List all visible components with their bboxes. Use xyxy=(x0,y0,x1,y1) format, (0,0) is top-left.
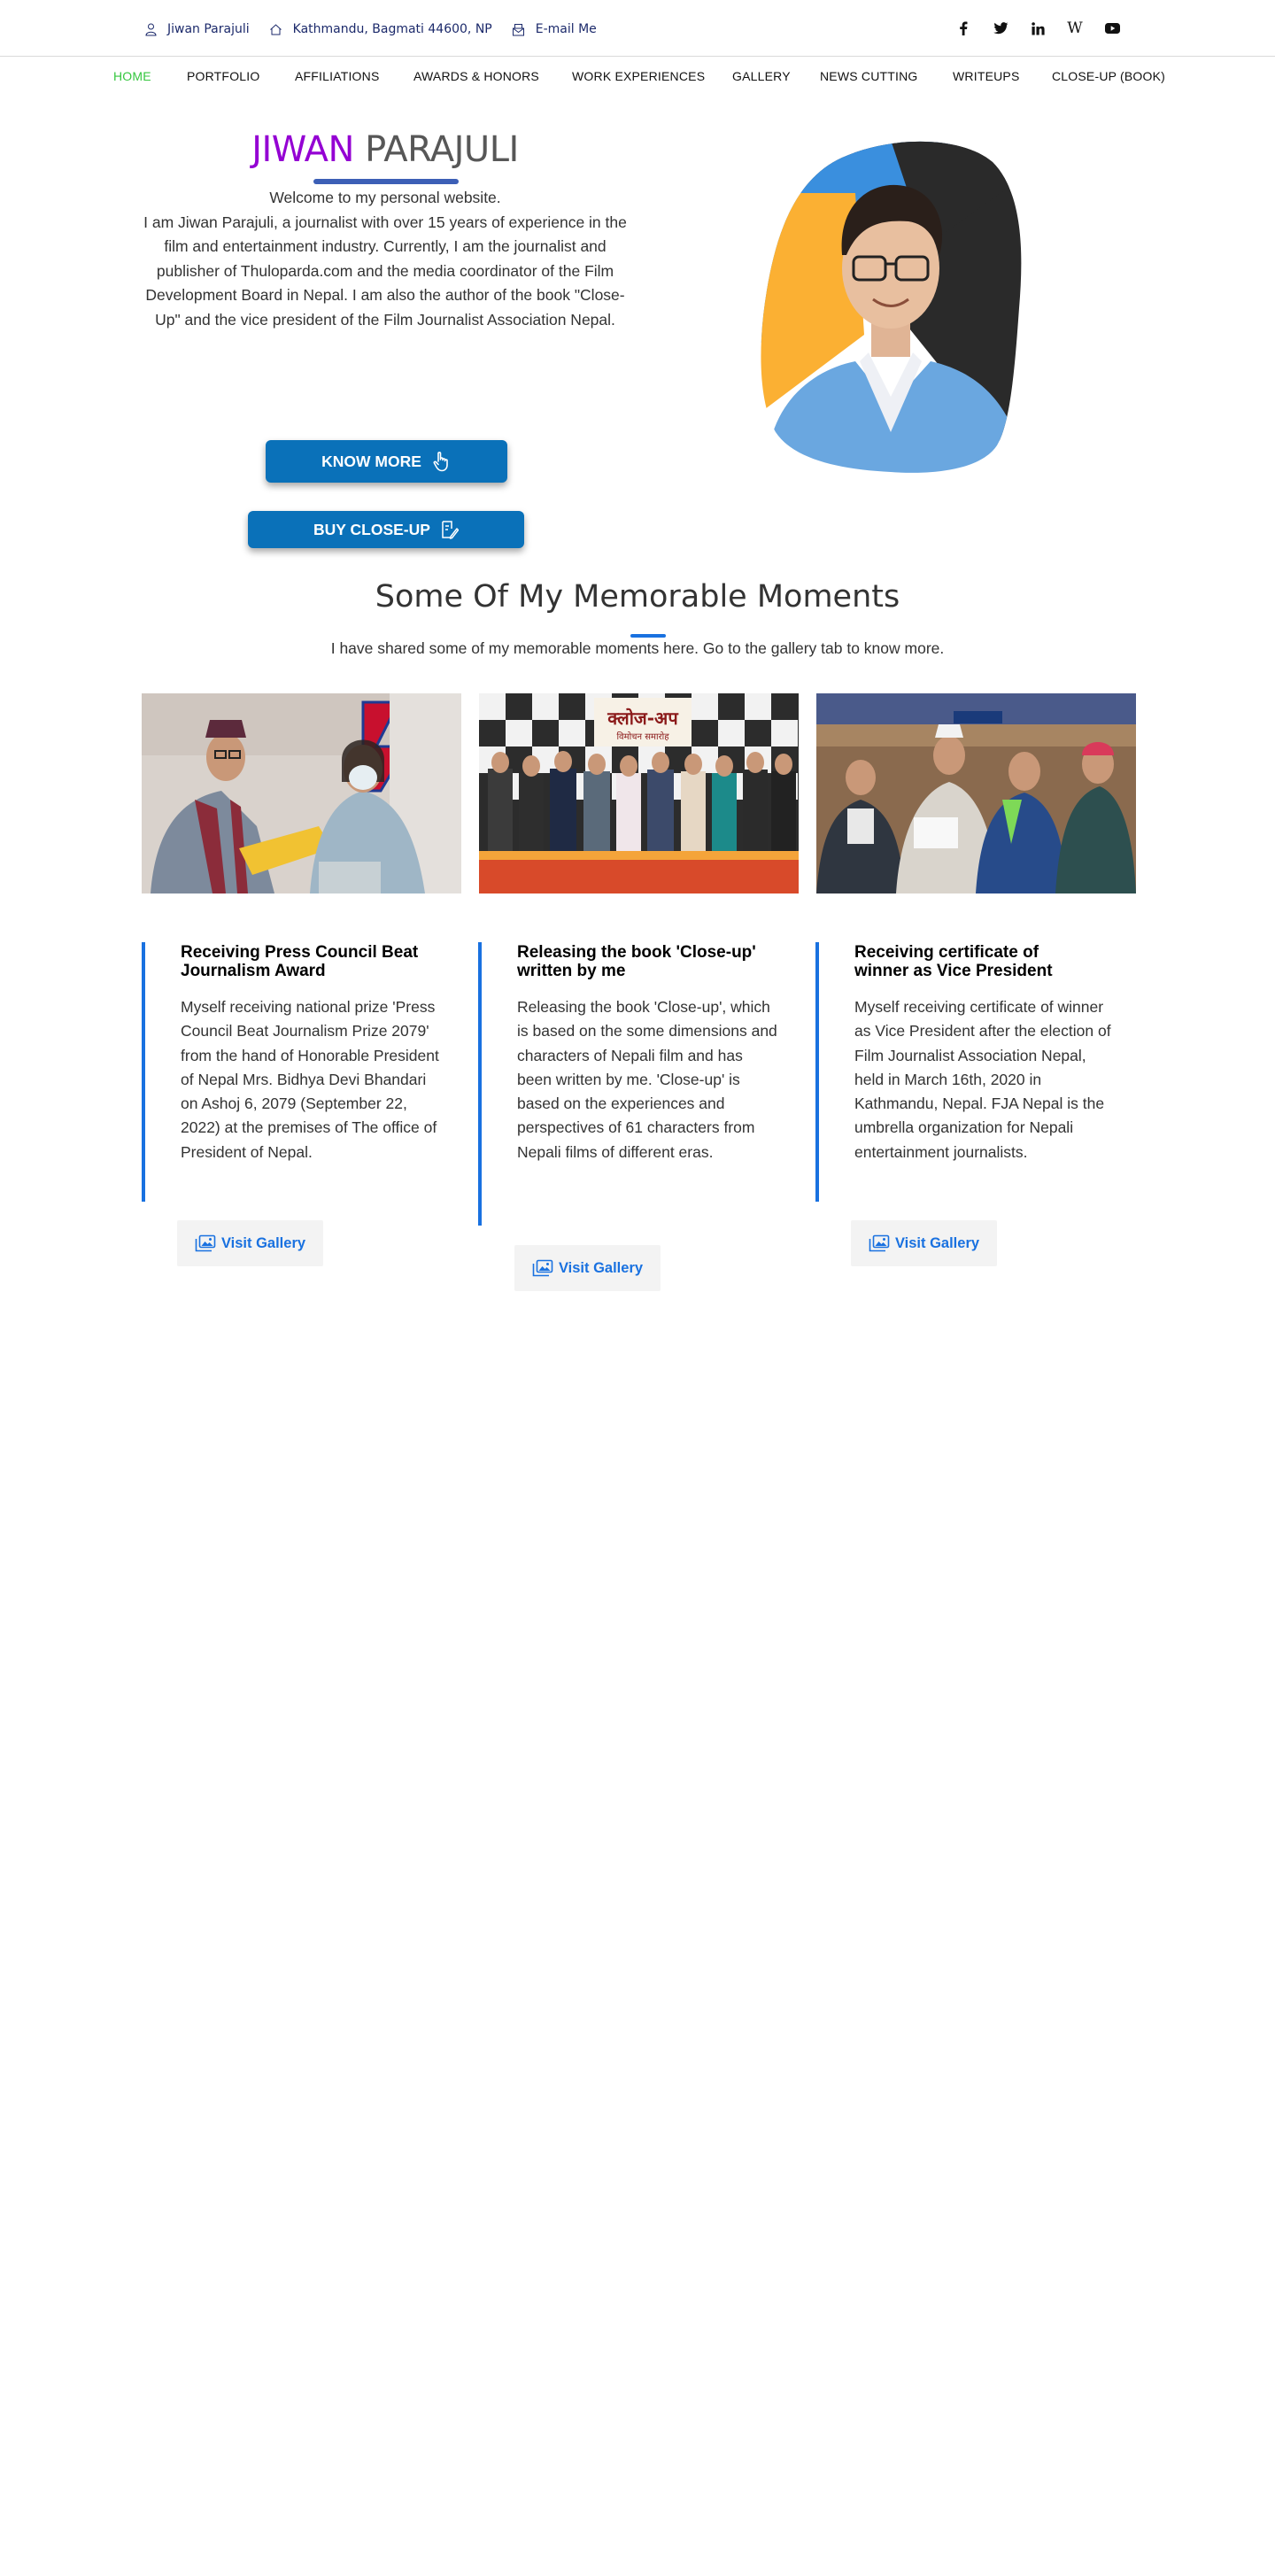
photo-banner-subtitle: विमोचन समारोह xyxy=(616,731,669,742)
nav-close-up-book[interactable]: Close-Up (Book) xyxy=(1052,69,1165,83)
know-more-button[interactable]: KNOW MORE xyxy=(266,440,507,483)
card-accent-bar xyxy=(815,942,819,1202)
hero-name: JIWAN PARAJULI xyxy=(124,129,646,170)
hero-underline xyxy=(313,179,459,184)
twitter-icon[interactable] xyxy=(992,19,1009,37)
photo-vice-president-certificate[interactable] xyxy=(816,693,1136,893)
card-title-award: Receiving Press Council Beat Journalism … xyxy=(181,943,419,980)
visit-gallery-button[interactable]: Visit Gallery xyxy=(851,1220,997,1266)
visit-gallery-button[interactable]: Visit Gallery xyxy=(177,1220,323,1266)
card-title-vice-president: Receiving certificate of winner as Vice … xyxy=(854,943,1053,980)
card-title-book-release: Releasing the book 'Close-up' written by… xyxy=(517,943,756,980)
nav-writeups[interactable]: Writeups xyxy=(953,69,1020,83)
hand-pointer-icon xyxy=(433,452,448,472)
nav-news-cutting[interactable]: News Cutting xyxy=(820,69,918,83)
contact-address: Kathmandu, Bagmati 44600, NP xyxy=(269,22,492,36)
contact-email[interactable]: E-mail Me xyxy=(512,22,597,36)
gallery-icon xyxy=(532,1259,553,1277)
visit-gallery-label: Visit Gallery xyxy=(220,1234,306,1251)
gallery-icon xyxy=(195,1234,216,1252)
person-icon xyxy=(145,23,157,35)
photo-book-release[interactable]: क्लोज-अप विमोचन समारोह xyxy=(479,693,799,893)
main-nav: Home Portfolio Affiliations Awards & Hon… xyxy=(0,69,1275,89)
card-text-award: Myself receiving national prize 'Press C… xyxy=(181,998,439,1161)
hero-intro-text: Welcome to my personal website. I am Jiw… xyxy=(143,189,627,329)
profile-portrait xyxy=(761,141,1022,473)
buy-close-up-label: BUY CLOSE-UP xyxy=(313,520,430,538)
top-info-bar: Jiwan Parajuli Kathmandu, Bagmati 44600,… xyxy=(0,0,1275,57)
book-pen-icon xyxy=(442,521,459,539)
know-more-label: KNOW MORE xyxy=(321,452,421,470)
nav-portfolio[interactable]: Portfolio xyxy=(187,69,259,83)
nav-gallery[interactable]: Gallery xyxy=(732,69,791,83)
buy-close-up-button[interactable]: BUY CLOSE-UP xyxy=(248,511,524,548)
contact-name-text: Jiwan Parajuli xyxy=(167,22,250,36)
nav-home[interactable]: Home xyxy=(113,69,151,83)
mail-icon xyxy=(512,23,524,35)
moments-underline xyxy=(630,634,666,638)
facebook-icon[interactable] xyxy=(954,19,972,37)
photo-award-ceremony[interactable] xyxy=(142,693,461,893)
linkedin-icon[interactable] xyxy=(1029,19,1047,37)
card-accent-bar xyxy=(142,942,145,1202)
home-icon xyxy=(269,23,282,35)
moments-subtitle: I have shared some of my memorable momen… xyxy=(330,639,945,657)
hero-first-name: JIWAN xyxy=(251,129,354,170)
nav-work-experiences[interactable]: Work Experiences xyxy=(572,69,705,83)
card-text-vice-president: Myself receiving certificate of winner a… xyxy=(854,998,1111,1161)
wikipedia-icon[interactable]: W xyxy=(1066,19,1084,37)
visit-gallery-label: Visit Gallery xyxy=(894,1234,980,1251)
card-accent-bar xyxy=(478,942,482,1226)
contact-address-text: Kathmandu, Bagmati 44600, NP xyxy=(292,22,492,36)
card-text-book-release: Releasing the book 'Close-up', which is … xyxy=(517,998,777,1161)
visit-gallery-label: Visit Gallery xyxy=(558,1259,644,1276)
photo-banner-title: क्लोज-अप xyxy=(607,708,679,729)
hero-last-name: PARAJULI xyxy=(365,129,519,170)
contact-name: Jiwan Parajuli xyxy=(145,22,250,36)
nav-affiliations[interactable]: Affiliations xyxy=(295,69,380,83)
gallery-icon xyxy=(869,1234,890,1252)
moments-title: Some Of My Memorable Moments xyxy=(375,579,900,615)
nav-awards-honors[interactable]: Awards & Honors xyxy=(413,69,539,83)
social-links: W xyxy=(954,19,1140,37)
contact-info: Jiwan Parajuli Kathmandu, Bagmati 44600,… xyxy=(145,22,616,36)
visit-gallery-button[interactable]: Visit Gallery xyxy=(514,1245,661,1291)
youtube-icon[interactable] xyxy=(1103,19,1121,37)
email-link[interactable]: E-mail Me xyxy=(536,22,597,36)
